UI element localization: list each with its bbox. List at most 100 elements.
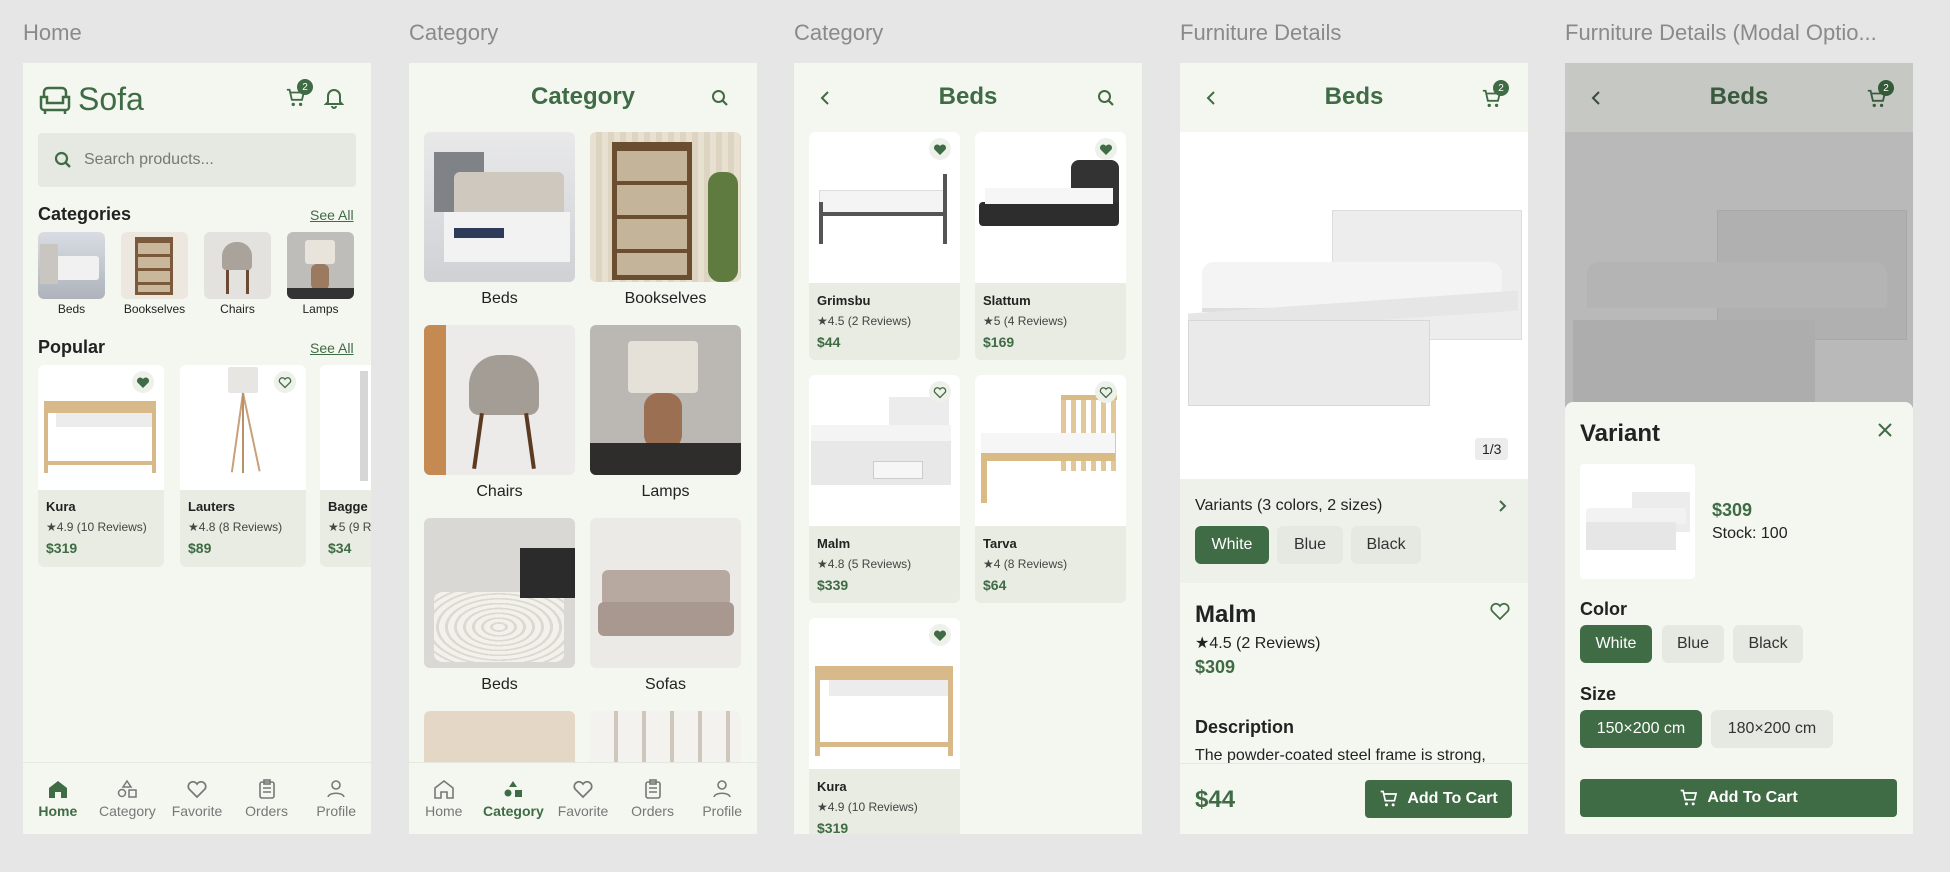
favorite-button[interactable] — [1095, 381, 1117, 403]
product-name: Bagge — [328, 499, 368, 514]
nav-orders[interactable]: Orders — [618, 763, 688, 834]
checkout-footer: $44 Add To Cart — [1180, 763, 1528, 834]
product-card-tarva[interactable]: Tarva ★4 (8 Reviews) $64 — [975, 375, 1126, 603]
image-counter: 1/3 — [1475, 438, 1509, 460]
product-card-kura[interactable]: Kura ★4.9 (10 Reviews) $319 — [38, 365, 164, 567]
product-price: $169 — [983, 334, 1015, 350]
shapes-icon — [118, 779, 138, 798]
product-price: $44 — [817, 334, 841, 350]
beds-list-screen: Beds Grimsbu ★4.5 (2 Reviews) $44 Slattu… — [794, 63, 1142, 834]
product-image-gallery[interactable]: 1/3 — [1180, 132, 1528, 479]
category-tile-label: Beds — [481, 290, 518, 307]
product-rating: ★4.5 (2 Reviews) — [1195, 635, 1321, 652]
color-chip-white[interactable]: White — [1580, 625, 1652, 663]
nav-favorite[interactable]: Favorite — [162, 763, 232, 834]
product-price: $34 — [328, 540, 352, 556]
nav-profile[interactable]: Profile — [687, 763, 757, 834]
button-label: Add To Cart — [1707, 789, 1798, 806]
color-chip-black[interactable]: Black — [1351, 526, 1421, 564]
category-tile-label: Lamps — [641, 483, 690, 500]
favorite-button[interactable] — [929, 381, 951, 403]
product-name: Lauters — [188, 499, 235, 514]
cart-button[interactable]: 2 — [1866, 80, 1894, 115]
size-chip-180x200[interactable]: 180×200 cm — [1711, 710, 1833, 748]
variants-label[interactable]: Variants (3 colors, 2 sizes) — [1195, 497, 1382, 515]
favorite-button[interactable] — [1489, 601, 1511, 626]
heart-outline-icon — [933, 386, 947, 398]
product-price: $339 — [817, 577, 849, 593]
clipboard-icon — [644, 778, 661, 799]
search-placeholder: Search products... — [84, 151, 214, 168]
color-chip-white[interactable]: White — [1195, 526, 1269, 564]
product-price: $309 — [1195, 657, 1236, 677]
product-card-bagge[interactable]: Bagge ★5 (9 R $34 — [320, 365, 371, 567]
product-card-slattum[interactable]: Slattum ★5 (4 Reviews) $169 — [975, 132, 1126, 360]
nav-category[interactable]: Category — [479, 763, 549, 834]
favorite-button[interactable] — [929, 624, 951, 646]
product-card-malm[interactable]: Malm ★4.8 (5 Reviews) $339 — [809, 375, 960, 603]
add-to-cart-button[interactable]: Add To Cart — [1580, 779, 1897, 817]
product-name: Slattum — [983, 293, 1031, 308]
category-tile-lamps[interactable] — [590, 325, 741, 475]
nav-label: Home — [425, 802, 463, 819]
add-to-cart-button[interactable]: Add To Cart — [1365, 780, 1512, 818]
notification-button[interactable] — [323, 87, 345, 114]
close-button[interactable] — [1877, 422, 1893, 443]
favorite-button[interactable] — [1095, 138, 1117, 160]
category-tile-chairs[interactable] — [424, 325, 575, 475]
favorite-button[interactable] — [929, 138, 951, 160]
popular-see-all-link[interactable]: See All — [310, 340, 354, 356]
category-tile-rugs[interactable] — [424, 518, 575, 668]
search-input[interactable]: Search products... — [38, 133, 356, 187]
nav-label: Favorite — [557, 802, 609, 819]
color-chip-blue[interactable]: Blue — [1662, 625, 1724, 663]
nav-category[interactable]: Category — [93, 763, 163, 834]
category-thumb-chairs[interactable] — [204, 232, 271, 299]
product-card-lauters[interactable]: Lauters ★4.8 (8 Reviews) $89 — [180, 365, 306, 567]
sofa-icon — [39, 86, 71, 114]
cart-badge: 2 — [1493, 80, 1509, 96]
nav-orders[interactable]: Orders — [232, 763, 302, 834]
categories-see-all-link[interactable]: See All — [310, 207, 354, 223]
rating-text: 4.9 (10 Reviews) — [827, 800, 918, 814]
nav-profile[interactable]: Profile — [301, 763, 371, 834]
size-chip-150x200[interactable]: 150×200 cm — [1580, 710, 1702, 748]
nav-home[interactable]: Home — [23, 763, 93, 834]
nav-label: Profile — [316, 802, 357, 819]
close-icon — [1878, 423, 1892, 437]
color-chip-blue[interactable]: Blue — [1277, 526, 1343, 564]
page-title: Beds — [938, 83, 998, 110]
cart-button[interactable]: 2 — [285, 79, 313, 111]
nav-home[interactable]: Home — [409, 763, 479, 834]
search-button[interactable] — [1097, 89, 1115, 112]
page-title: Category — [530, 83, 636, 110]
variants-expand-button[interactable] — [1498, 499, 1507, 518]
rating-text: 4.5 (2 Reviews) — [827, 314, 912, 328]
app-logo[interactable]: Sofa — [38, 81, 144, 118]
category-tile-sofas[interactable] — [590, 518, 741, 668]
nav-favorite[interactable]: Favorite — [548, 763, 618, 834]
category-label: Beds — [57, 302, 86, 316]
color-label: Color — [1580, 599, 1627, 619]
frame-title-beds: Category — [794, 20, 884, 45]
product-card-grimsbu[interactable]: Grimsbu ★4.5 (2 Reviews) $44 — [809, 132, 960, 360]
category-tile-beds[interactable] — [424, 132, 575, 282]
product-card-kura[interactable]: Kura ★4.9 (10 Reviews) $319 — [809, 618, 960, 834]
color-chip-black[interactable]: Black — [1733, 625, 1803, 663]
shapes-icon — [504, 780, 523, 797]
category-thumb-bookselves[interactable] — [121, 232, 188, 299]
favorite-button[interactable] — [274, 371, 296, 393]
nav-label: Home — [38, 802, 78, 819]
search-icon — [1098, 90, 1114, 106]
category-tile-bookselves[interactable] — [590, 132, 741, 282]
category-thumb-lamps[interactable] — [287, 232, 354, 299]
popular-heading: Popular — [38, 337, 106, 357]
category-thumb-beds[interactable] — [38, 232, 105, 299]
search-button[interactable] — [711, 89, 729, 112]
heart-outline-icon — [278, 376, 292, 388]
favorite-button[interactable] — [132, 371, 154, 393]
rating-text: 5 (9 R — [338, 520, 371, 534]
category-tile-label: Sofas — [645, 676, 686, 693]
cart-button[interactable]: 2 — [1481, 80, 1509, 115]
dimmed-product-image — [1565, 132, 1913, 407]
